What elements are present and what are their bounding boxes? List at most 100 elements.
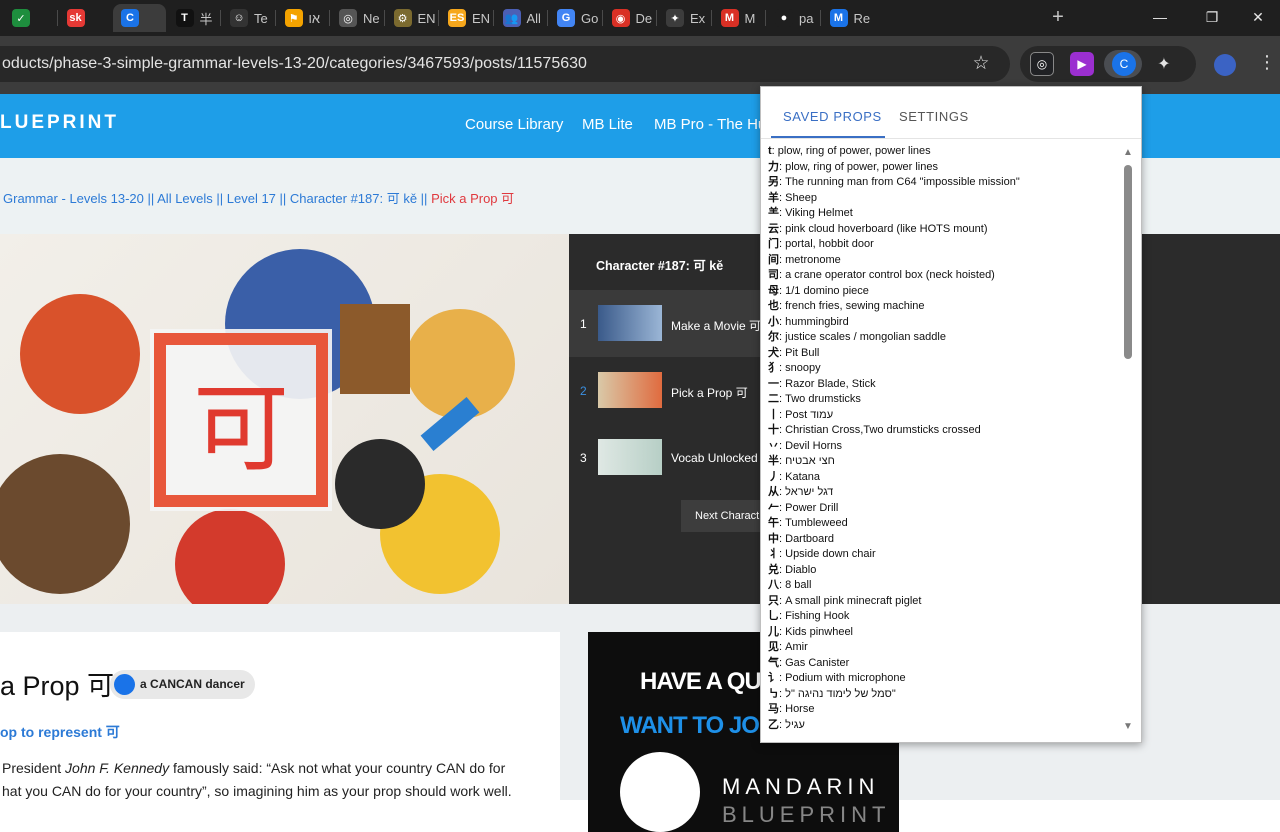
- prop-description: Devil Horns: [785, 439, 842, 452]
- prop-item[interactable]: 𠂉: Power Drill: [768, 501, 1123, 517]
- prop-description: סמל של לימוד נהיגה "ל": [785, 687, 896, 700]
- minimize-button[interactable]: —: [1140, 4, 1180, 30]
- bookmark-star-icon[interactable]: ☆: [970, 53, 992, 75]
- prop-description: Amir: [785, 641, 808, 653]
- browser-tab[interactable]: ☺ Te: [222, 4, 275, 32]
- profile-avatar[interactable]: [1214, 54, 1236, 76]
- prop-item[interactable]: 门: portal, hobbit door: [768, 237, 1123, 253]
- prop-item[interactable]: ⺷: Viking Helmet: [768, 206, 1123, 222]
- browser-tab[interactable]: C: [113, 4, 166, 32]
- tab-label: Re: [853, 10, 871, 26]
- browser-tab[interactable]: ES EN: [440, 4, 493, 32]
- restore-button[interactable]: ❐: [1192, 4, 1232, 30]
- prop-description: Razor Blade, Stick: [785, 377, 876, 390]
- prop-item[interactable]: 另: The running man from C64 "impossible …: [768, 175, 1123, 191]
- prop-item[interactable]: 丨: Post עמוד: [768, 408, 1123, 424]
- new-tab-button[interactable]: +: [1046, 6, 1070, 30]
- browser-tab[interactable]: ● pa: [767, 4, 820, 32]
- saved-props-list[interactable]: t: plow, ring of power, power lines 力: pl…: [768, 144, 1123, 734]
- tab-saved-props[interactable]: SAVED PROPS: [783, 109, 882, 124]
- address-bar[interactable]: oducts/phase-3-simple-grammar-levels-13-…: [0, 46, 1010, 82]
- prop-item[interactable]: 半: חצי אבטיח: [768, 454, 1123, 470]
- browser-tab[interactable]: ⚙ EN: [386, 4, 439, 32]
- prop-item[interactable]: 丿: Katana: [768, 470, 1123, 486]
- prop-item[interactable]: 羊: Sheep: [768, 191, 1123, 207]
- browser-tab[interactable]: ✦ Ex: [658, 4, 711, 32]
- url-text[interactable]: oducts/phase-3-simple-grammar-levels-13-…: [2, 55, 587, 73]
- prop-item[interactable]: 尔: justice scales / mongolian saddle: [768, 330, 1123, 346]
- prop-item[interactable]: 间: metronome: [768, 253, 1123, 269]
- mandarin-blueprint-extension-icon[interactable]: C: [1112, 52, 1136, 76]
- scroll-down-arrow-icon[interactable]: ▼: [1121, 721, 1135, 733]
- prop-item[interactable]: 司: a crane operator control box (neck ho…: [768, 268, 1123, 284]
- lesson-row-3[interactable]: 3 Vocab Unlocked f: [569, 424, 764, 491]
- prop-item[interactable]: 从: דגל ישראל: [768, 485, 1123, 501]
- browser-tab[interactable]: ✓: [4, 4, 57, 32]
- prop-description: snoopy: [785, 362, 821, 374]
- close-window-button[interactable]: ✕: [1238, 4, 1278, 30]
- prop-item[interactable]: 兑: Diablo: [768, 563, 1123, 579]
- browser-menu-icon[interactable]: ⋮: [1258, 52, 1276, 73]
- nav-mb-pro[interactable]: MB Pro - The Hu: [654, 116, 766, 133]
- lesson-content-card: a Prop 可 a CANCAN dancer op to represent…: [0, 632, 560, 832]
- prop-item[interactable]: 乙: עגיל: [768, 718, 1123, 734]
- prop-item[interactable]: 气: Gas Canister: [768, 656, 1123, 672]
- prop-item[interactable]: 丷: Devil Horns: [768, 439, 1123, 455]
- lesson-row-1[interactable]: 1 Make a Movie 可: [569, 290, 761, 357]
- prop-item[interactable]: 丬: Upside down chair: [768, 547, 1123, 563]
- prop-item[interactable]: 午: Tumbleweed: [768, 516, 1123, 532]
- video-extension-icon[interactable]: ▶: [1070, 52, 1094, 76]
- prop-item[interactable]: 犭: snoopy: [768, 361, 1123, 377]
- prop-character: 云: [768, 222, 779, 235]
- prop-item[interactable]: 二: Two drumsticks: [768, 392, 1123, 408]
- prop-item[interactable]: 见: Amir: [768, 640, 1123, 656]
- scroll-up-arrow-icon[interactable]: ▲: [1121, 147, 1135, 159]
- browser-tab[interactable]: MM: [713, 4, 766, 32]
- prop-item[interactable]: 一: Razor Blade, Stick: [768, 377, 1123, 393]
- prop-item[interactable]: 马: Horse: [768, 702, 1123, 718]
- m-icon: M: [720, 9, 739, 27]
- breadcrumb-trail[interactable]: Grammar - Levels 13-20 || All Levels || …: [3, 191, 427, 206]
- prop-item[interactable]: 力: plow, ring of power, power lines: [768, 160, 1123, 176]
- lesson-title[interactable]: Make a Movie 可: [671, 317, 761, 334]
- prop-item[interactable]: 儿: Kids pinwheel: [768, 625, 1123, 641]
- tab-settings[interactable]: SETTINGS: [899, 109, 969, 124]
- lesson-title[interactable]: Vocab Unlocked f: [671, 451, 764, 465]
- prop-item[interactable]: 八: 8 ball: [768, 578, 1123, 594]
- site-logo[interactable]: LUEPRINT: [0, 112, 119, 134]
- browser-tab[interactable]: 👥 All: [495, 4, 548, 32]
- prop-description: plow, ring of power, power lines: [785, 160, 938, 173]
- breadcrumb[interactable]: Grammar - Levels 13-20 || All Levels || …: [3, 188, 514, 207]
- prop-item[interactable]: 云: pink cloud hoverboard (like HOTS moun…: [768, 222, 1123, 238]
- scrollbar-thumb[interactable]: [1124, 165, 1132, 359]
- extensions-puzzle-icon[interactable]: ✦: [1152, 52, 1176, 76]
- browser-tab[interactable]: ⚑ או: [277, 4, 330, 32]
- prop-item[interactable]: ㇉: סמל של לימוד נהיגה "ל": [768, 687, 1123, 703]
- browser-tab[interactable]: G Go: [549, 4, 602, 32]
- prop-item[interactable]: 只: A small pink minecraft piglet: [768, 594, 1123, 610]
- browser-tab[interactable]: sk: [59, 4, 112, 32]
- prop-item[interactable]: 中: Dartboard: [768, 532, 1123, 548]
- prop-item[interactable]: 小: hummingbird: [768, 315, 1123, 331]
- nav-mb-lite[interactable]: MB Lite: [582, 116, 633, 133]
- lesson-subtitle: op to represent 可: [0, 724, 120, 740]
- prop-item[interactable]: 也: french fries, sewing machine: [768, 299, 1123, 315]
- browser-tab[interactable]: T半: [168, 4, 221, 32]
- nav-course-library[interactable]: Course Library: [465, 116, 563, 133]
- prop-character: 中: [768, 532, 779, 545]
- prop-item[interactable]: 犬: Pit Bull: [768, 346, 1123, 362]
- prop-item[interactable]: t: plow, ring of power, power lines: [768, 144, 1123, 160]
- tab-label: EN: [417, 10, 436, 26]
- next-character-button[interactable]: Next Charact: [681, 500, 761, 532]
- prop-item[interactable]: 乚: Fishing Hook: [768, 609, 1123, 625]
- glasses-extension-icon[interactable]: ◎: [1030, 52, 1054, 76]
- browser-tab[interactable]: M Re: [822, 4, 875, 32]
- prop-character: 午: [768, 517, 779, 529]
- lesson-title[interactable]: Pick a Prop 可: [671, 384, 748, 401]
- prop-item[interactable]: 讠: Podium with microphone: [768, 671, 1123, 687]
- browser-tab[interactable]: ◎ Ne: [331, 4, 384, 32]
- prop-item[interactable]: 母: 1/1 domino piece: [768, 284, 1123, 300]
- browser-tab[interactable]: ◉ De: [604, 4, 657, 32]
- lesson-row-2[interactable]: 2 Pick a Prop 可: [569, 357, 760, 424]
- prop-item[interactable]: 十: Christian Cross,Two drumsticks crosse…: [768, 423, 1123, 439]
